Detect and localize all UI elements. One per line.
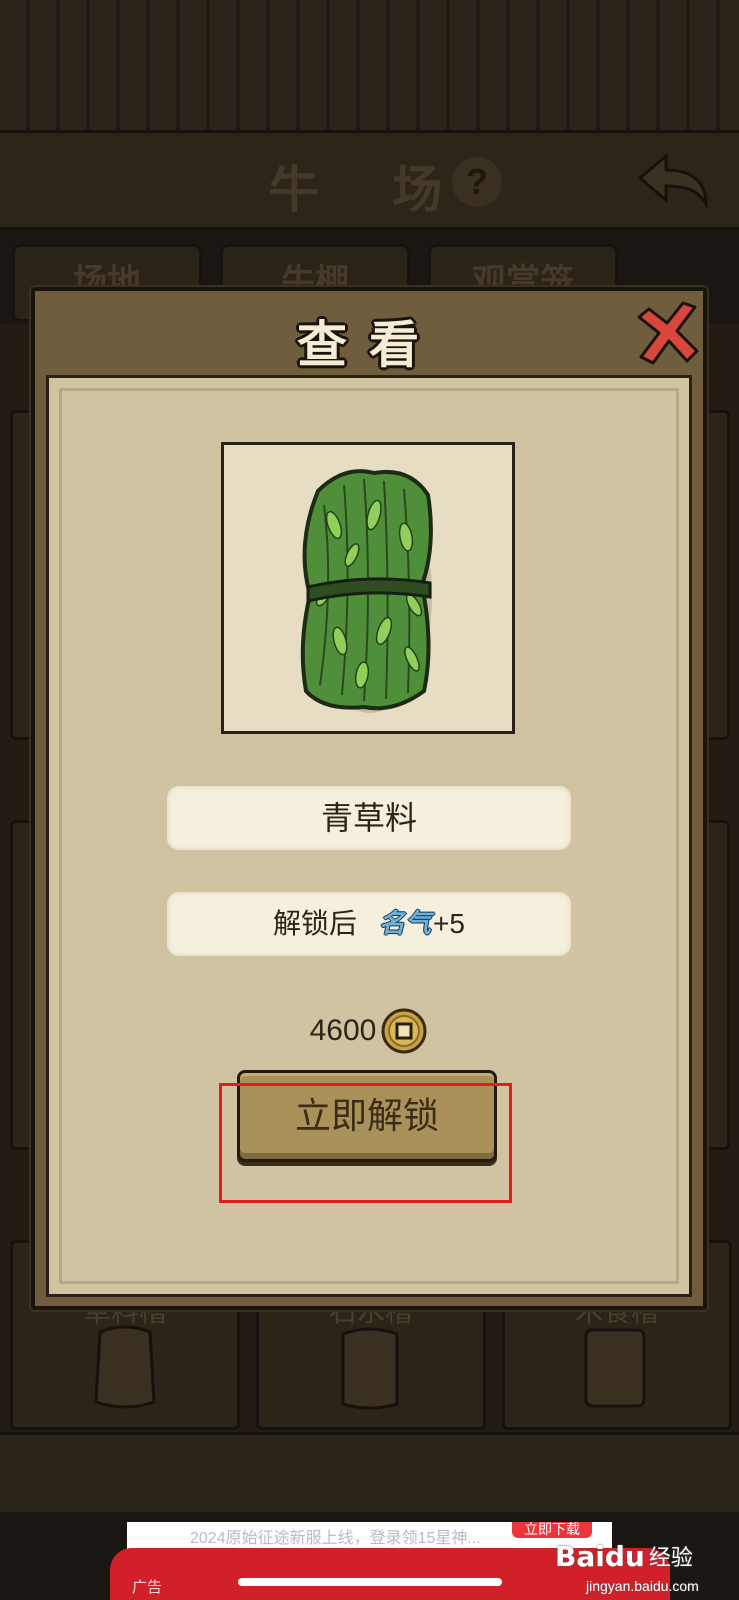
fame-stat-icon: 名气 <box>379 909 432 939</box>
unlock-effect: 解锁后 名气 +5 <box>167 892 571 956</box>
watermark: Baidu 经验 <box>555 1532 735 1580</box>
background-screen-title: 牛 场 <box>268 160 471 219</box>
help-icon: ? <box>452 157 502 207</box>
effect-label: 解锁后 <box>273 908 358 939</box>
watermark-brand: Baidu <box>555 1539 645 1573</box>
effect-value: +5 <box>433 908 465 939</box>
unlock-now-button[interactable]: 立即解锁 <box>237 1070 497 1162</box>
home-indicator[interactable] <box>238 1578 502 1586</box>
grass-bundle-icon <box>300 469 433 713</box>
back-arrow-icon <box>637 152 708 210</box>
dialog-content-panel: 青草料 解锁后 名气 +5 4600 立即解锁 <box>46 375 692 1297</box>
background-bottom-strip <box>0 1432 739 1512</box>
dialog-title: 查看 <box>297 315 441 374</box>
watermark-sub: 经验 <box>648 1545 693 1570</box>
item-image-frame <box>221 442 515 734</box>
trough-icon <box>584 1328 646 1408</box>
trough-icon <box>94 1325 156 1409</box>
copper-coin-icon <box>381 1008 427 1054</box>
background-fence <box>0 0 739 130</box>
ad-badge: 广告 <box>132 1579 163 1596</box>
item-name: 青草料 <box>167 786 571 850</box>
ad-text[interactable]: 2024原始征途新服上线，登录领15星神... <box>190 1524 510 1550</box>
view-dialog: 查看 青草料 解锁后 名气 +5 4600 立即解锁 <box>31 287 707 1310</box>
close-icon[interactable] <box>631 299 703 371</box>
watermark-url: jingyan.baidu.com <box>586 1578 699 1594</box>
trough-icon <box>341 1327 399 1410</box>
unlock-price: 4600 <box>49 1006 689 1056</box>
price-amount: 4600 <box>309 1014 377 1047</box>
